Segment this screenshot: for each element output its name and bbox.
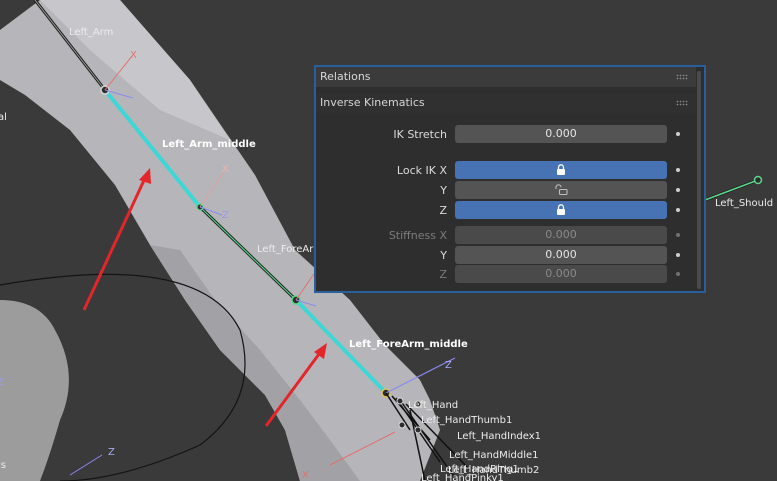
axis-x-label-2: X bbox=[222, 164, 229, 175]
lock-open-icon bbox=[554, 183, 568, 195]
lock-closed-icon bbox=[557, 203, 565, 215]
axis-z-label-1: Z bbox=[222, 210, 229, 221]
inverse-kinematics-label: Inverse Kinematics bbox=[320, 96, 425, 109]
lock-ik-z-row: Z bbox=[316, 201, 696, 220]
stiffness-x-row: Stiffness X 0.000 bbox=[316, 226, 696, 245]
lock-ik-x-toggle[interactable] bbox=[455, 161, 667, 179]
panel-scrollbar[interactable] bbox=[697, 71, 701, 289]
stiffness-y-label: Y bbox=[440, 249, 447, 262]
ik-stretch-label: IK Stretch bbox=[393, 128, 447, 141]
axis-x-label-1: X bbox=[130, 50, 137, 61]
stiffness-z-row: Z 0.000 bbox=[316, 265, 696, 284]
lock-ik-z-toggle[interactable] bbox=[455, 201, 667, 219]
bone-label-partial-al: al bbox=[0, 112, 7, 123]
keyframe-dot-icon[interactable] bbox=[676, 208, 680, 212]
lock-ik-y-label: Y bbox=[440, 184, 447, 197]
lock-ik-x-label: Lock IK X bbox=[396, 164, 447, 177]
bone-label-left-shoulder: Left_Should bbox=[715, 198, 773, 209]
stiffness-y-row: Y 0.000 bbox=[316, 246, 696, 265]
keyframe-dot-icon[interactable] bbox=[676, 272, 680, 276]
keyframe-dot-icon[interactable] bbox=[676, 168, 680, 172]
inverse-kinematics-header[interactable]: Inverse Kinematics bbox=[316, 93, 696, 113]
bone-label-left-hand-middle1: Left_HandMiddle1 bbox=[449, 450, 539, 461]
hand-joint-3 bbox=[414, 426, 422, 434]
lock-ik-x-row: Lock IK X bbox=[316, 161, 696, 180]
bone-label-left-forearm-middle: Left_ForeArm_middle bbox=[349, 339, 468, 350]
axis-z-label-2: Z bbox=[445, 360, 452, 371]
lock-ik-z-label: Z bbox=[439, 204, 447, 217]
drag-grip-icon[interactable] bbox=[676, 74, 688, 80]
stiffness-y-field[interactable]: 0.000 bbox=[455, 246, 667, 264]
lock-ik-y-row: Y bbox=[316, 181, 696, 200]
axis-z-label-left: Z bbox=[0, 377, 4, 388]
relations-label: Relations bbox=[320, 70, 371, 83]
bone-label-left-hand: Left_Hand bbox=[408, 400, 458, 411]
ik-stretch-field[interactable]: 0.000 bbox=[455, 125, 667, 143]
keyframe-dot-icon[interactable] bbox=[676, 188, 680, 192]
lock-closed-icon bbox=[557, 163, 565, 175]
stiffness-z-field[interactable]: 0.000 bbox=[455, 265, 667, 283]
lock-ik-y-toggle[interactable] bbox=[455, 181, 667, 199]
bone-label-left-hand-thumb1: Left_HandThumb1 bbox=[421, 415, 512, 426]
bone-properties-panel: Relations Inverse Kinematics IK Stretch … bbox=[314, 65, 706, 293]
keyframe-dot-icon[interactable] bbox=[676, 132, 680, 136]
bone-label-left-arm-middle: Left_Arm_middle bbox=[162, 139, 256, 150]
stiffness-x-label: Stiffness X bbox=[388, 229, 447, 242]
stiffness-z-label: Z bbox=[439, 268, 447, 281]
bone-label-left-hand-index1: Left_HandIndex1 bbox=[457, 431, 541, 442]
drag-grip-icon[interactable] bbox=[676, 100, 688, 106]
relations-header[interactable]: Relations bbox=[316, 67, 696, 87]
bone-label-left-forearm: Left_ForeArm bbox=[257, 244, 323, 255]
ik-stretch-row: IK Stretch 0.000 bbox=[316, 125, 696, 144]
stiffness-x-field[interactable]: 0.000 bbox=[455, 226, 667, 244]
hand-joint bbox=[396, 397, 404, 405]
axis-x-label-3: X bbox=[302, 470, 309, 481]
keyframe-dot-icon[interactable] bbox=[676, 253, 680, 257]
joint-shoulder-right[interactable] bbox=[753, 175, 763, 185]
keyframe-dot-icon[interactable] bbox=[676, 233, 680, 237]
bone-label-left-hand-pinky1: Left_HandPinky1 bbox=[421, 473, 504, 481]
bone-label-left-arm: Left_Arm bbox=[69, 27, 113, 38]
hand-joint-4 bbox=[398, 421, 406, 429]
axis-z-label-3: Z bbox=[108, 447, 115, 458]
bone-label-partial-is: is bbox=[0, 460, 6, 471]
